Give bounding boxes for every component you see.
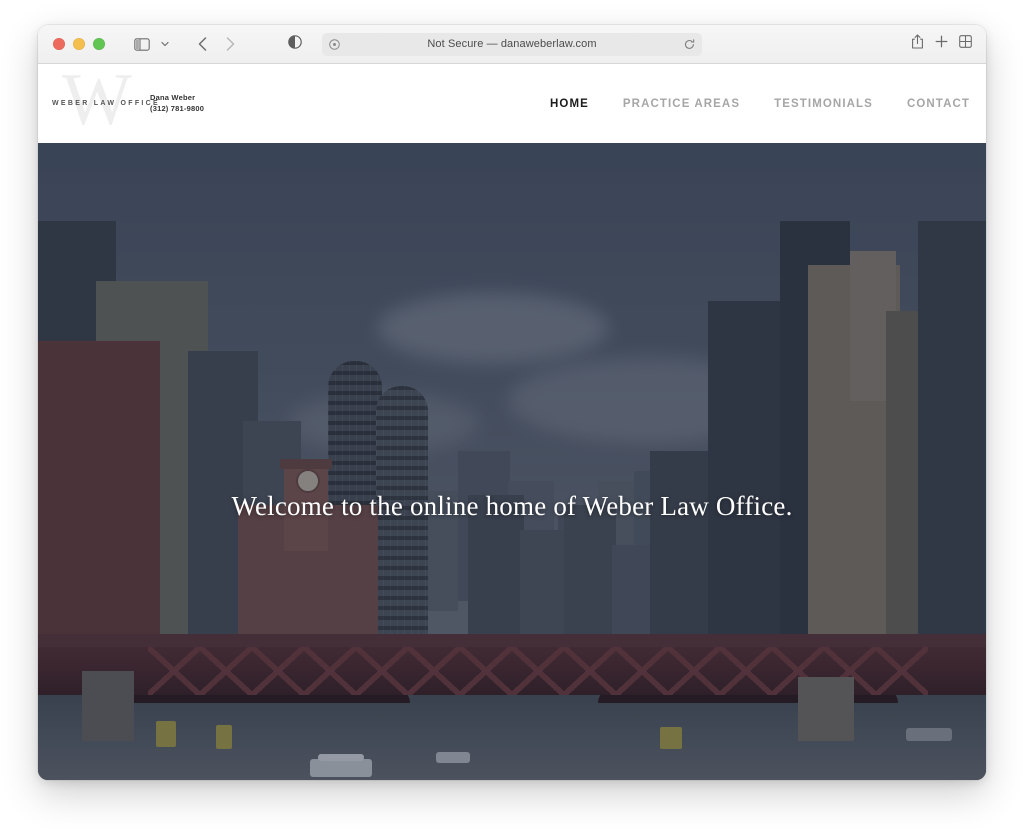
nav-item-home[interactable]: HOME <box>550 98 589 110</box>
site-navigation: HOME PRACTICE AREAS TESTIMONIALS CONTACT <box>550 98 970 110</box>
back-arrow-icon[interactable] <box>189 32 215 56</box>
half-circle-icon[interactable] <box>288 34 302 54</box>
zoom-window-button[interactable] <box>93 38 105 50</box>
chevron-down-icon[interactable] <box>157 32 173 56</box>
plus-icon[interactable] <box>935 35 948 53</box>
reader-circle-icon[interactable] <box>329 38 340 50</box>
logo-wordmark: WEBER LAW OFFICE <box>52 99 160 107</box>
logo[interactable]: W WEBER LAW OFFICE <box>48 64 158 139</box>
tab-overview-icon[interactable] <box>959 35 972 53</box>
sidebar-icon[interactable] <box>129 32 155 56</box>
close-window-button[interactable] <box>53 38 65 50</box>
site-header: W WEBER LAW OFFICE Dana Weber (312) 781-… <box>38 64 986 143</box>
nav-item-contact[interactable]: CONTACT <box>907 98 970 110</box>
web-page: W WEBER LAW OFFICE Dana Weber (312) 781-… <box>38 64 986 780</box>
address-input[interactable]: Not Secure — danaweberlaw.com <box>322 32 702 56</box>
brand-block[interactable]: W WEBER LAW OFFICE Dana Weber (312) 781-… <box>48 64 204 143</box>
navigation-controls <box>129 32 243 56</box>
browser-toolbar: Not Secure — danaweberlaw.com <box>38 25 986 64</box>
hero-headline: Welcome to the online home of Weber Law … <box>231 491 793 521</box>
forward-arrow-icon[interactable] <box>217 32 243 56</box>
nav-item-practice-areas[interactable]: PRACTICE AREAS <box>623 98 740 110</box>
address-bar-area: Not Secure — danaweberlaw.com <box>288 32 702 56</box>
hero-overlay <box>38 143 986 780</box>
minimize-window-button[interactable] <box>73 38 85 50</box>
address-text[interactable]: Not Secure — danaweberlaw.com <box>340 38 684 50</box>
window-controls <box>38 38 105 50</box>
toolbar-right-controls <box>911 34 972 54</box>
nav-item-testimonials[interactable]: TESTIMONIALS <box>774 98 873 110</box>
share-icon[interactable] <box>911 34 924 54</box>
reload-icon[interactable] <box>684 38 695 50</box>
browser-window: Not Secure — danaweberlaw.com W WEBER LA… <box>38 25 986 780</box>
hero-section: Welcome to the online home of Weber Law … <box>38 143 986 780</box>
